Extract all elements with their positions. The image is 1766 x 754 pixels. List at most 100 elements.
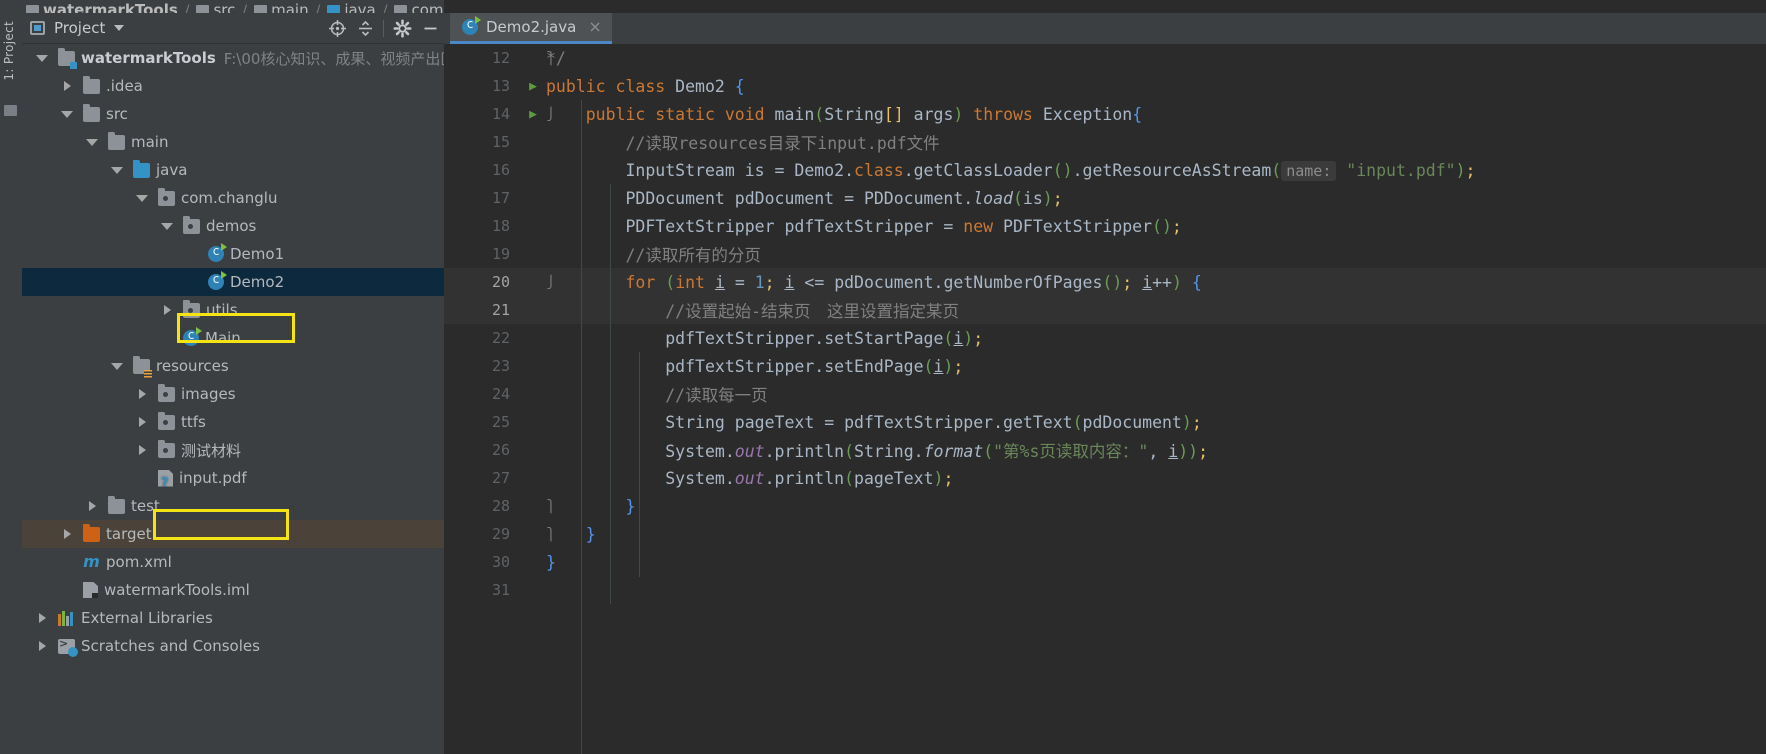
tree-node-java[interactable]: java: [22, 156, 444, 184]
chevron-right-icon[interactable]: [159, 305, 175, 315]
chevron-down-icon[interactable]: [114, 25, 125, 31]
line-number[interactable]: 29: [444, 525, 520, 543]
code-line[interactable]: 23 pdfTextStripper.setEndPage(i);: [444, 352, 1766, 380]
code-line[interactable]: 16 InputStream is = Demo2.class.getClass…: [444, 156, 1766, 184]
line-number[interactable]: 21: [444, 301, 520, 319]
tree-node-demo2[interactable]: Demo2: [22, 268, 444, 296]
line-number[interactable]: 23: [444, 357, 520, 375]
tree-node-utils[interactable]: utils: [22, 296, 444, 324]
tree-node-idea[interactable]: .idea: [22, 72, 444, 100]
tree-node-demo1[interactable]: Demo1: [22, 240, 444, 268]
chevron-right-icon[interactable]: [59, 529, 75, 539]
code-line[interactable]: 21 //设置起始-结束页 这里设置指定某页: [444, 296, 1766, 324]
tree-node-main[interactable]: main: [22, 128, 444, 156]
code-line[interactable]: 13 ▶ public class Demo2 {: [444, 72, 1766, 100]
structure-icon[interactable]: [4, 105, 17, 116]
code-line[interactable]: 17 PDDocument pdDocument = PDDocument.lo…: [444, 184, 1766, 212]
tree-node-demos[interactable]: demos: [22, 212, 444, 240]
fold-end-icon[interactable]: ⎫: [540, 527, 562, 541]
code-line[interactable]: 28 ⎫ }: [444, 492, 1766, 520]
code-line[interactable]: 27 System.out.println(pageText);: [444, 464, 1766, 492]
line-number[interactable]: 12: [444, 49, 520, 67]
tree-node-watermarktools[interactable]: watermarkTools F:\00核心知识、成果、视频产出区: [22, 44, 455, 72]
code-line[interactable]: 29 ⎫ }: [444, 520, 1766, 548]
code-line[interactable]: 26 System.out.println(String.format("第%s…: [444, 436, 1766, 464]
close-icon[interactable]: ×: [588, 19, 601, 35]
chevron-down-icon[interactable]: [109, 362, 125, 370]
fold-end-icon[interactable]: ⎫: [540, 51, 562, 65]
tree-node-main[interactable]: Main: [22, 324, 444, 352]
code-line[interactable]: 15 //读取resources目录下input.pdf文件: [444, 128, 1766, 156]
tree-node-com-changlu[interactable]: com.changlu: [22, 184, 444, 212]
tree-node-target[interactable]: target: [22, 520, 444, 548]
chevron-down-icon[interactable]: [159, 222, 175, 230]
chevron-right-icon[interactable]: [84, 501, 100, 511]
sidebar-item-project-toolwindow[interactable]: 1: Project: [2, 21, 16, 81]
hide-panel-icon[interactable]: [416, 14, 444, 42]
settings-gear-icon[interactable]: [388, 14, 416, 42]
tree-node-scratches-and-consoles[interactable]: Scratches and Consoles: [22, 632, 444, 660]
line-number[interactable]: 25: [444, 413, 520, 431]
tree-node-images[interactable]: images: [22, 380, 444, 408]
chevron-right-icon[interactable]: [34, 641, 50, 651]
code-line[interactable]: 20 ⎭ for (int i = 1; i <= pdDocument.getN…: [444, 268, 1766, 296]
line-number[interactable]: 24: [444, 385, 520, 403]
chevron-right-icon[interactable]: [134, 389, 150, 399]
chevron-right-icon[interactable]: [134, 445, 150, 455]
tree-node-external-libraries[interactable]: External Libraries: [22, 604, 444, 632]
locate-in-tree-icon[interactable]: [323, 14, 351, 42]
editor-tab-demo2-java[interactable]: Demo2.java ×: [450, 13, 612, 44]
code-line[interactable]: 14 ▶ ⎭ public static void main(String[] ar…: [444, 100, 1766, 128]
run-gutter-icon[interactable]: ▶: [526, 107, 540, 122]
chevron-down-icon[interactable]: [134, 194, 150, 202]
code-line[interactable]: 24 //读取每一页: [444, 380, 1766, 408]
chevron-down-icon[interactable]: [84, 138, 100, 146]
line-number[interactable]: 18: [444, 217, 520, 235]
fold-end-icon[interactable]: ⎫: [540, 499, 562, 513]
tree-node-src[interactable]: src: [22, 100, 444, 128]
code-line[interactable]: 25 String pageText = pdfTextStripper.get…: [444, 408, 1766, 436]
chevron-right-icon[interactable]: [134, 417, 150, 427]
fold-start-icon[interactable]: ⎭: [540, 107, 562, 121]
breadcrumb-item-main[interactable]: main: [254, 1, 309, 13]
code-line[interactable]: 18 PDFTextStripper pdfTextStripper = new…: [444, 212, 1766, 240]
line-number[interactable]: 14: [444, 105, 520, 123]
collapse-all-icon[interactable]: [351, 14, 379, 42]
chevron-down-icon[interactable]: [109, 166, 125, 174]
code-line[interactable]: 12 ⎫ */: [444, 44, 1766, 72]
fold-start-icon[interactable]: ⎭: [540, 275, 562, 289]
line-number[interactable]: 30: [444, 553, 520, 571]
project-tree[interactable]: watermarkTools F:\00核心知识、成果、视频产出区 .idea src…: [22, 44, 455, 660]
breadcrumb-item-watermarktools[interactable]: watermarkTools: [26, 1, 178, 13]
line-number[interactable]: 17: [444, 189, 520, 207]
line-number[interactable]: 13: [444, 77, 520, 95]
line-number[interactable]: 27: [444, 469, 520, 487]
chevron-right-icon[interactable]: [34, 613, 50, 623]
code-line[interactable]: 19 //读取所有的分页: [444, 240, 1766, 268]
tree-node-test[interactable]: test: [22, 492, 444, 520]
line-number[interactable]: 26: [444, 441, 520, 459]
breadcrumb-item-java[interactable]: java: [327, 1, 376, 13]
run-gutter-icon[interactable]: ▶: [526, 79, 540, 94]
chevron-right-icon[interactable]: [59, 81, 75, 91]
breadcrumb-item-com[interactable]: com: [394, 1, 444, 13]
tree-node-[interactable]: 测试材料: [22, 436, 444, 464]
tree-node-watermarktools-iml[interactable]: watermarkTools.iml: [22, 576, 444, 604]
chevron-down-icon[interactable]: [34, 54, 50, 62]
chevron-down-icon[interactable]: [59, 110, 75, 118]
tree-node-input-pdf[interactable]: input.pdf: [22, 464, 444, 492]
line-number[interactable]: 20: [444, 273, 520, 291]
line-number[interactable]: 28: [444, 497, 520, 515]
line-number[interactable]: 16: [444, 161, 520, 179]
code-line[interactable]: 22 pdfTextStripper.setStartPage(i);: [444, 324, 1766, 352]
line-number[interactable]: 15: [444, 133, 520, 151]
tree-node-resources[interactable]: resources: [22, 352, 444, 380]
code-line[interactable]: 30}: [444, 548, 1766, 576]
tree-node-pom-xml[interactable]: m pom.xml: [22, 548, 444, 576]
code-line[interactable]: 31: [444, 576, 1766, 604]
code-viewport[interactable]: 12 ⎫ */13 ▶ public class Demo2 {14 ▶ ⎭ public …: [444, 44, 1766, 754]
tree-node-ttfs[interactable]: ttfs: [22, 408, 444, 436]
breadcrumb-item-src[interactable]: src: [196, 1, 235, 13]
line-number[interactable]: 19: [444, 245, 520, 263]
line-number[interactable]: 31: [444, 581, 520, 599]
